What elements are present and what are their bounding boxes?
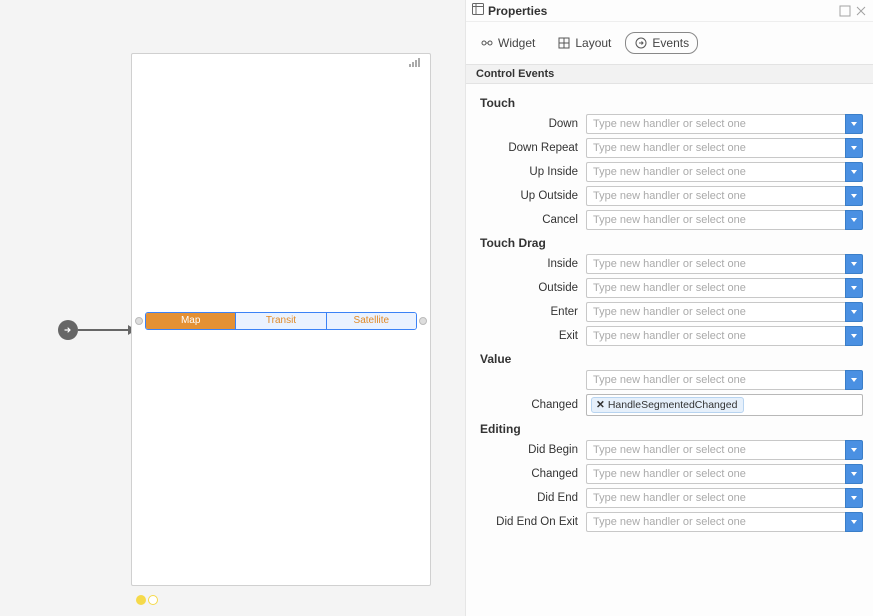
input-touch-up-inside[interactable] [586,162,845,182]
handler-tag: ✕ HandleSegmentedChanged [591,397,744,413]
input-touch-down-repeat[interactable] [586,138,845,158]
layout-icon [557,36,571,50]
input-drag-enter[interactable] [586,302,845,322]
segment-map[interactable]: Map [146,313,236,329]
label-did-begin: Did Begin [476,444,586,456]
label-up-outside: Up Outside [476,190,586,202]
dropdown-drag-enter[interactable] [845,302,863,322]
segment-satellite[interactable]: Satellite [327,313,416,329]
resize-handle-left[interactable] [135,317,143,325]
group-touch: Touch [480,96,863,110]
label-down-repeat: Down Repeat [476,142,586,154]
close-icon[interactable] [855,5,867,17]
dropdown-touch-cancel[interactable] [845,210,863,230]
input-drag-exit[interactable] [586,326,845,346]
input-editing-did-end-on-exit[interactable] [586,512,845,532]
warning-dot-icon[interactable] [136,595,146,605]
remove-tag-icon[interactable]: ✕ [596,399,605,411]
handler-tag-label: HandleSegmentedChanged [608,399,738,411]
input-editing-changed[interactable] [586,464,845,484]
input-touch-down[interactable] [586,114,845,134]
label-did-end-on-exit: Did End On Exit [476,516,586,528]
segment-transit[interactable]: Transit [236,313,326,329]
properties-panel: Properties Widget Layout Events Control … [465,0,873,616]
label-up-inside: Up Inside [476,166,586,178]
warning-outline-icon[interactable] [148,595,158,605]
label-value-changed: Changed [476,399,586,411]
label-down: Down [476,118,586,130]
tab-widget-label: Widget [498,36,535,50]
dropdown-editing-did-begin[interactable] [845,440,863,460]
input-drag-outside[interactable] [586,278,845,298]
tab-widget[interactable]: Widget [472,32,543,54]
properties-icon [472,3,484,18]
segmented-control[interactable]: Map Transit Satellite [145,312,417,330]
dropdown-editing-did-end-on-exit[interactable] [845,512,863,532]
section-header-control-events: Control Events [466,64,873,84]
resize-handle-right[interactable] [419,317,427,325]
input-editing-did-end[interactable] [586,488,845,508]
dropdown-drag-exit[interactable] [845,326,863,346]
properties-tabs: Widget Layout Events [466,22,873,64]
group-touch-drag: Touch Drag [480,236,863,250]
tab-events-label: Events [652,36,689,50]
tab-events[interactable]: Events [625,32,698,54]
dropdown-drag-inside[interactable] [845,254,863,274]
panel-title: Properties [488,4,835,18]
label-drag-outside: Outside [476,282,586,294]
dropdown-touch-down[interactable] [845,114,863,134]
input-touch-cancel[interactable] [586,210,845,230]
input-value-top[interactable] [586,370,845,390]
dropdown-editing-did-end[interactable] [845,488,863,508]
dropdown-editing-changed[interactable] [845,464,863,484]
label-cancel: Cancel [476,214,586,226]
input-editing-did-begin[interactable] [586,440,845,460]
dropdown-touch-up-inside[interactable] [845,162,863,182]
dropdown-value-top[interactable] [845,370,863,390]
design-canvas: Map Transit Satellite [0,0,465,616]
group-value: Value [480,352,863,366]
frame-footer [136,595,158,605]
dropdown-touch-up-outside[interactable] [845,186,863,206]
events-icon [634,36,648,50]
device-frame[interactable]: Map Transit Satellite [131,53,431,586]
dropdown-touch-down-repeat[interactable] [845,138,863,158]
segmented-control-wrapper: Map Transit Satellite [135,312,427,330]
label-drag-inside: Inside [476,258,586,270]
signal-icon [409,58,420,67]
input-drag-inside[interactable] [586,254,845,274]
tab-layout-label: Layout [575,36,611,50]
label-drag-exit: Exit [476,330,586,342]
widget-icon [480,36,494,50]
entry-arrow [58,320,136,340]
value-changed-tagbox[interactable]: ✕ HandleSegmentedChanged [586,394,863,416]
dropdown-drag-outside[interactable] [845,278,863,298]
label-editing-changed: Changed [476,468,586,480]
dock-icon[interactable] [839,5,851,17]
entry-arrow-circle [58,320,78,340]
tab-layout[interactable]: Layout [549,32,619,54]
input-touch-up-outside[interactable] [586,186,845,206]
label-drag-enter: Enter [476,306,586,318]
group-editing: Editing [480,422,863,436]
status-bar [132,54,430,70]
label-did-end: Did End [476,492,586,504]
